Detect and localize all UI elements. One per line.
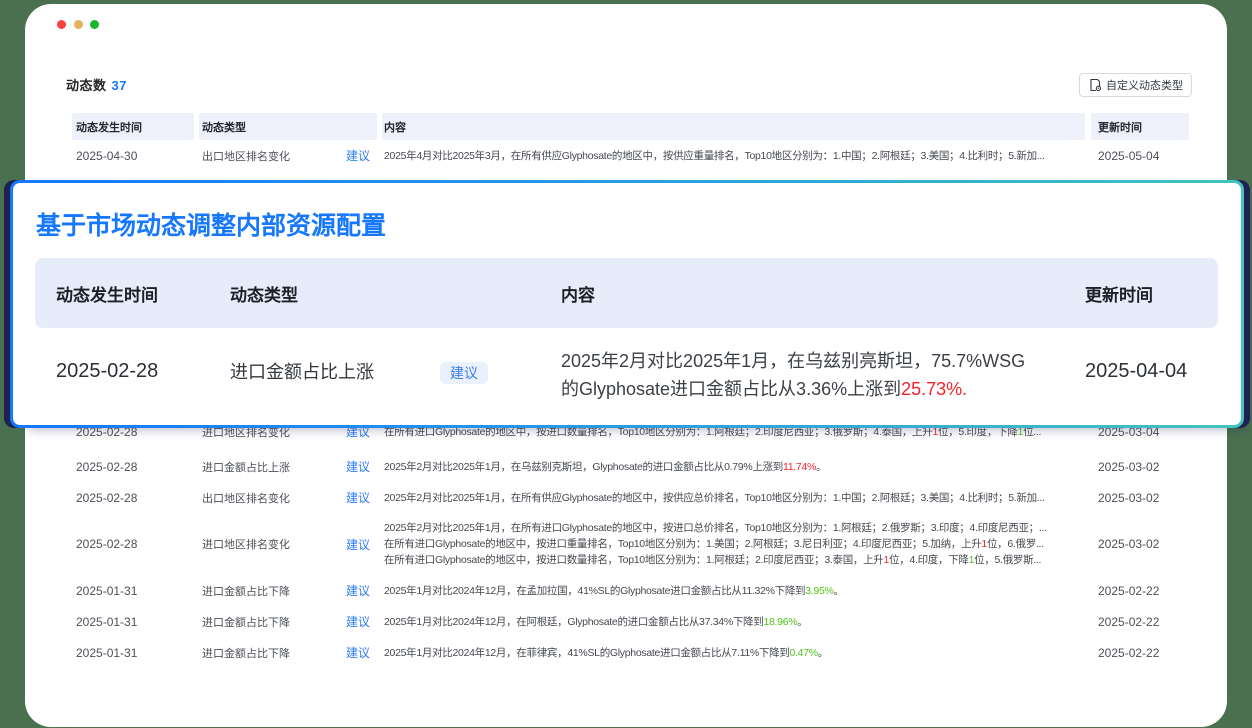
highlight-row-time: 2025-02-28 xyxy=(56,328,158,414)
row-content: 2025年2月对比2025年1月，在乌兹别克斯坦，Glyphosate的进口金额… xyxy=(382,459,1085,475)
highlight-row-update: 2025-04-04 xyxy=(1085,328,1187,414)
advice-link[interactable]: 建议 xyxy=(346,613,377,630)
row-occur-time: 2025-04-30 xyxy=(72,149,194,163)
row-update-time: 2025-03-02 xyxy=(1091,460,1189,474)
row-occur-time: 2025-01-31 xyxy=(72,646,194,660)
row-type-label: 进口金额占比下降 xyxy=(202,614,290,630)
row-dynamic-type: 进口地区排名变化 建议 xyxy=(199,536,377,553)
row-content: 2025年2月对比2025年1月，在所有进口Glyphosate的地区中，按进口… xyxy=(382,520,1085,568)
table-row: 2025-02-28 进口金额占比上涨 建议 2025年2月对比2025年1月，在乌兹… xyxy=(72,451,1189,482)
table-row: 2025-02-28 出口地区排名变化 建议 2025年2月对比2025年1月，在所有… xyxy=(72,482,1189,513)
row-update-time: 2025-02-22 xyxy=(1091,615,1189,629)
row-update-time: 2025-02-22 xyxy=(1091,584,1189,598)
header-occur-time: 动态发生时间 xyxy=(72,113,194,140)
row-type-label: 出口地区排名变化 xyxy=(202,148,290,164)
highlight-table-row: 2025-02-28 进口金额占比上涨 建议 2025年2月对比2025年1月，… xyxy=(13,328,1241,424)
highlight-row-content: 2025年2月对比2025年1月，在乌兹别亮斯坦，75.7%WSG 的Glyph… xyxy=(561,347,1025,403)
table-row: 2025-02-28 进口地区排名变化 建议 2025年2月对比2025年1月，在所有… xyxy=(72,513,1189,575)
highlight-content-line1: 2025年2月对比2025年1月，在乌兹别亮斯坦，75.7%WSG xyxy=(561,347,1025,375)
dynamics-count-value: 37 xyxy=(112,78,127,93)
zoom-window-icon[interactable] xyxy=(90,20,99,29)
window-controls xyxy=(57,20,99,29)
header-update-time: 更新时间 xyxy=(1091,113,1189,140)
row-update-time: 2025-02-22 xyxy=(1091,646,1189,660)
highlight-header-update-time: 更新时间 xyxy=(1085,258,1153,328)
row-content: 2025年1月对比2024年12月，在孟加拉国，41%SL的Glyphosate… xyxy=(382,583,1085,599)
row-content: 2025年2月对比2025年1月，在所有供应Glyphosate的地区中，按供应… xyxy=(382,490,1085,506)
close-window-icon[interactable] xyxy=(57,20,66,29)
highlight-table-header: 动态发生时间 动态类型 内容 更新时间 xyxy=(35,258,1218,328)
header-dynamic-type: 动态类型 xyxy=(199,113,377,140)
header-content: 内容 xyxy=(382,113,1085,140)
table-row: 2025-01-31 进口金额占比下降 建议 2025年1月对比2024年12月，在菲… xyxy=(72,637,1189,668)
row-dynamic-type: 进口金额占比下降 建议 xyxy=(199,613,377,630)
row-update-time: 2025-03-02 xyxy=(1091,491,1189,505)
advice-link[interactable]: 建议 xyxy=(346,489,377,506)
row-occur-time: 2025-02-28 xyxy=(72,460,194,474)
highlight-card: 基于市场动态调整内部资源配置 动态发生时间 动态类型 内容 更新时间 2025-… xyxy=(10,180,1244,428)
row-type-label: 出口地区排名变化 xyxy=(202,490,290,506)
highlight-header-dynamic-type: 动态类型 xyxy=(230,258,298,328)
row-dynamic-type: 进口金额占比下降 建议 xyxy=(199,582,377,599)
advice-link[interactable]: 建议 xyxy=(346,644,377,661)
row-dynamic-type: 出口地区排名变化 建议 xyxy=(199,147,377,164)
row-type-label: 进口金额占比下降 xyxy=(202,583,290,599)
highlight-row-type: 进口金额占比上涨 xyxy=(230,328,374,414)
row-content: 2025年1月对比2024年12月，在阿根廷，Glyphosate的进口金额占比… xyxy=(382,614,1085,630)
file-settings-icon xyxy=(1088,78,1102,92)
row-type-label: 进口金额占比下降 xyxy=(202,645,290,661)
dynamics-count-label: 动态数 xyxy=(66,78,107,93)
page-title: 动态数 37 xyxy=(66,75,127,94)
customize-dynamic-type-label: 自定义动态类型 xyxy=(1106,77,1183,93)
highlight-header-content: 内容 xyxy=(561,258,595,328)
row-occur-time: 2025-02-28 xyxy=(72,537,194,551)
row-occur-time: 2025-01-31 xyxy=(72,584,194,598)
row-dynamic-type: 进口金额占比下降 建议 xyxy=(199,644,377,661)
highlight-content-line2: 的Glyphosate进口金额占比从3.36%上涨到 xyxy=(561,379,901,399)
table-row: 2025-04-30 出口地区排名变化 建议 2025年4月对比2025年3月，在所有… xyxy=(72,140,1189,171)
advice-link[interactable]: 建议 xyxy=(346,536,377,553)
table-row: 2025-01-31 进口金额占比下降 建议 2025年1月对比2024年12月，在孟… xyxy=(72,575,1189,606)
row-update-time: 2025-03-02 xyxy=(1091,537,1189,551)
customize-dynamic-type-button[interactable]: 自定义动态类型 xyxy=(1079,73,1192,97)
highlight-header-occur-time: 动态发生时间 xyxy=(56,258,158,328)
row-update-time: 2025-05-04 xyxy=(1091,149,1189,163)
highlight-content-rise-value: 25.73%. xyxy=(901,379,967,399)
highlight-content-line2-wrap: 的Glyphosate进口金额占比从3.36%上涨到25.73%. xyxy=(561,375,1025,403)
row-occur-time: 2025-01-31 xyxy=(72,615,194,629)
advice-badge[interactable]: 建议 xyxy=(440,362,488,384)
row-content: 2025年1月对比2024年12月，在菲律宾，41%SL的Glyphosate进… xyxy=(382,645,1085,661)
row-type-label: 进口金额占比上涨 xyxy=(202,459,290,475)
row-dynamic-type: 进口金额占比上涨 建议 xyxy=(199,458,377,475)
table-header-row: 动态发生时间 动态类型 内容 更新时间 xyxy=(72,113,1189,140)
row-content: 2025年4月对比2025年3月，在所有供应Glyphosate的地区中，按供应… xyxy=(382,148,1085,164)
row-dynamic-type: 出口地区排名变化 建议 xyxy=(199,489,377,506)
table-row: 2025-01-31 进口金额占比下降 建议 2025年1月对比2024年12月，在阿… xyxy=(72,606,1189,637)
advice-link[interactable]: 建议 xyxy=(346,582,377,599)
minimize-window-icon[interactable] xyxy=(74,20,83,29)
highlight-card-title: 基于市场动态调整内部资源配置 xyxy=(36,210,386,242)
row-type-label: 进口地区排名变化 xyxy=(202,536,290,552)
row-occur-time: 2025-02-28 xyxy=(72,491,194,505)
advice-link[interactable]: 建议 xyxy=(346,147,377,164)
advice-link[interactable]: 建议 xyxy=(346,458,377,475)
